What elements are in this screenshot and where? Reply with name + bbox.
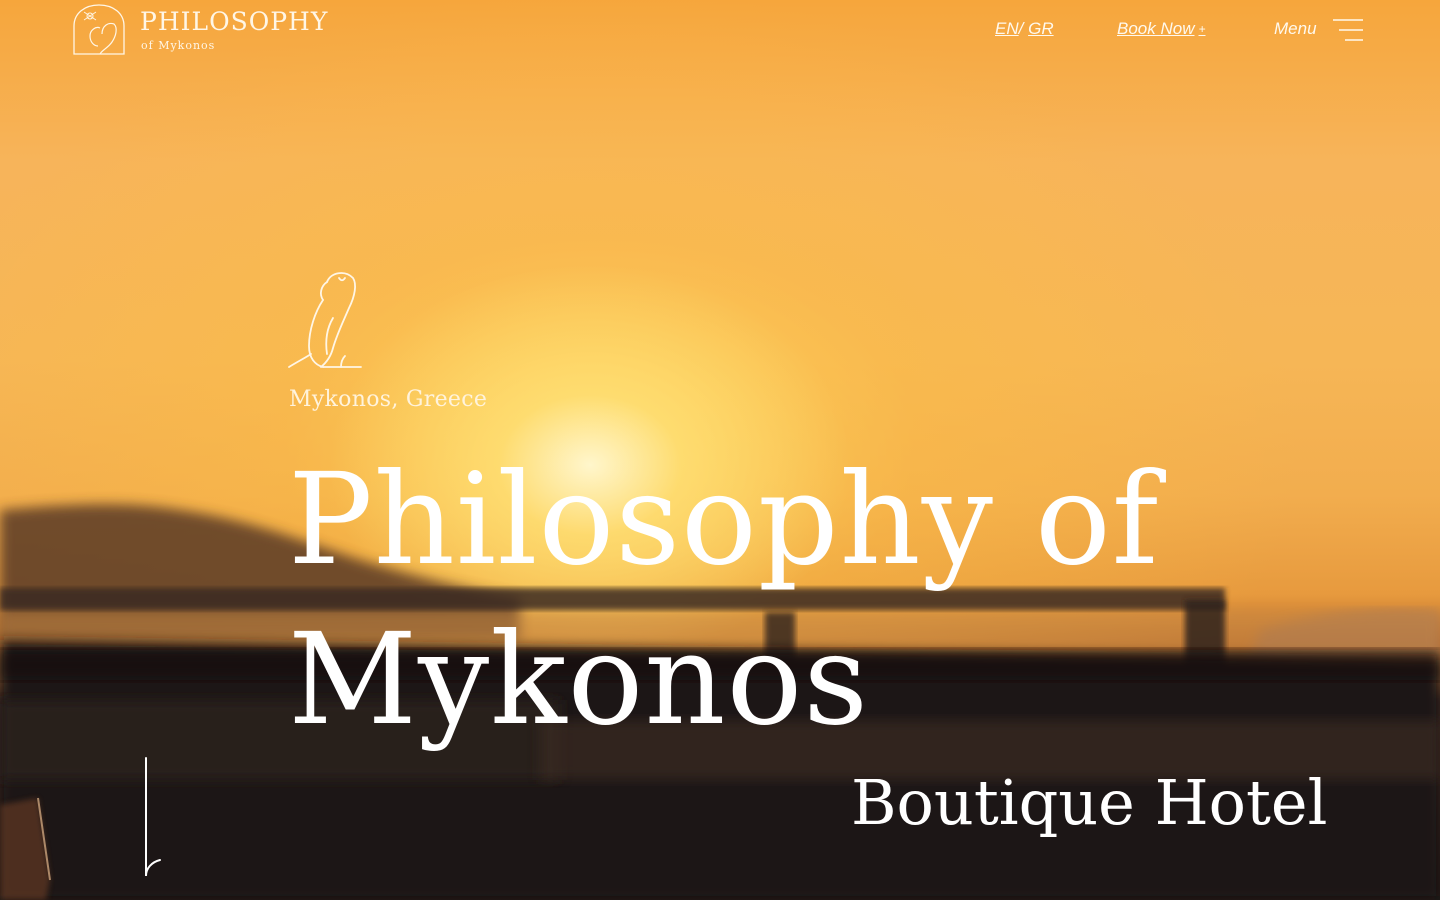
hero-title: Philosophy of Mykonos (288, 440, 1159, 760)
language-en-link[interactable]: EN (995, 19, 1019, 38)
book-now-link[interactable]: Book Now + (1117, 19, 1206, 39)
book-now-label: Book Now (1117, 19, 1195, 38)
book-now-plus: + (1198, 22, 1206, 36)
hero-title-line-1: Philosophy of (288, 446, 1160, 593)
scroll-down-line-icon[interactable] (140, 756, 166, 882)
hero-title-line-2: Mykonos (288, 606, 870, 753)
menu-label: Menu (1274, 19, 1317, 38)
language-switcher: EN/ GR (995, 19, 1054, 39)
logo-title: PHILOSOPHY (140, 7, 329, 36)
hero-location: Mykonos, Greece (289, 387, 488, 412)
hero-subtitle: Boutique Hotel (851, 766, 1328, 839)
site-logo[interactable]: PHILOSOPHY of Mykonos (72, 4, 332, 56)
menu-button[interactable]: Menu (1274, 14, 1366, 46)
hero-section: PHILOSOPHY of Mykonos EN/ GR Book Now + M… (0, 0, 1440, 900)
logo-subtitle: of Mykonos (141, 39, 216, 52)
owl-arch-logo-icon (73, 4, 125, 55)
language-gr-link[interactable]: GR (1028, 19, 1054, 38)
language-separator: / (1018, 19, 1024, 38)
site-header: PHILOSOPHY of Mykonos EN/ GR Book Now + M… (0, 0, 1440, 60)
hamburger-menu-icon (1333, 19, 1363, 41)
owl-icon (288, 272, 362, 368)
